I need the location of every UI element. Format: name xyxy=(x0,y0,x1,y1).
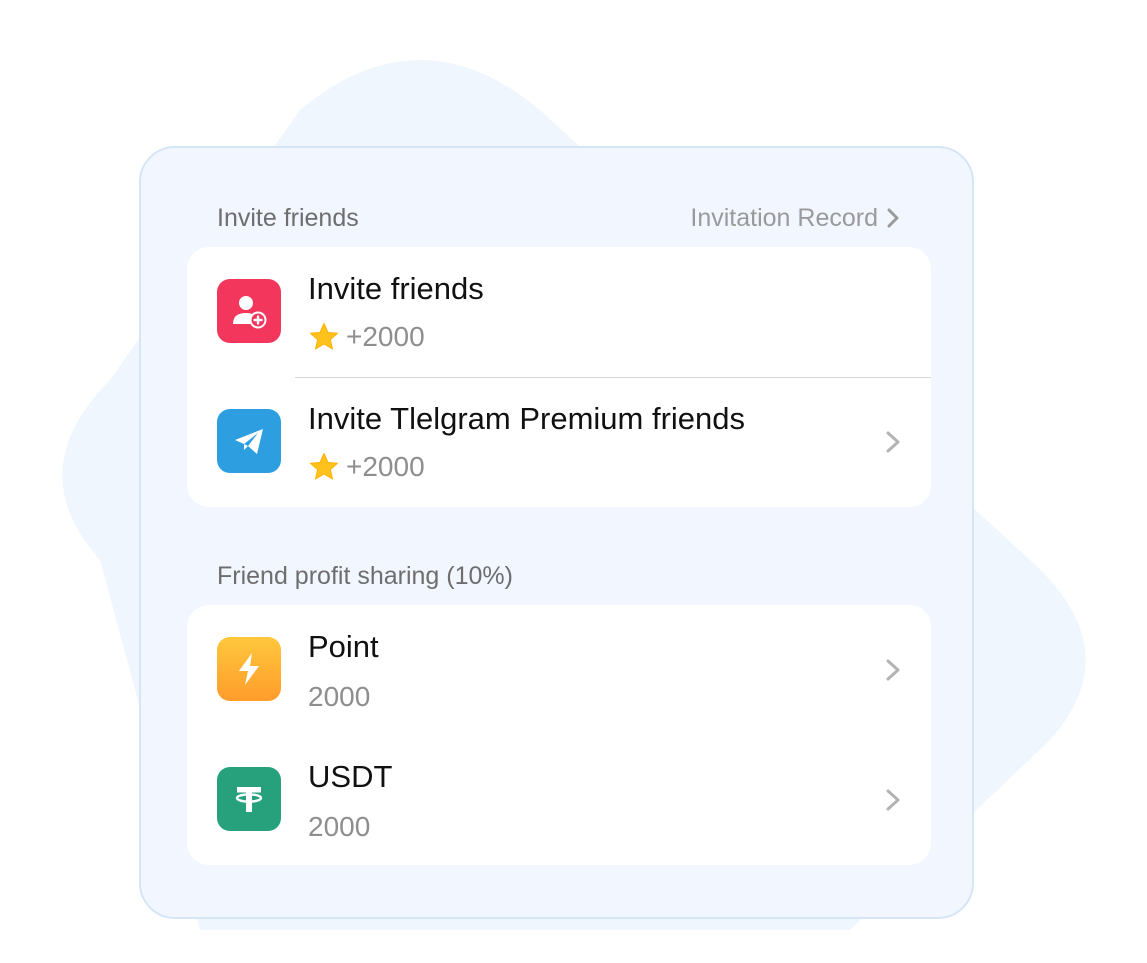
chevron-right-icon xyxy=(886,789,900,811)
item-title: Invite Tlelgram Premium friends xyxy=(308,401,746,436)
profit-card: Point 2000 USDT 2000 xyxy=(187,605,931,865)
item-title: USDT xyxy=(308,759,393,794)
item-reward: +2000 xyxy=(308,451,425,483)
chevron-right-icon xyxy=(887,208,899,228)
invite-panel: Invite friends Invitation Record Invite … xyxy=(139,146,974,919)
list-item-point[interactable]: Point 2000 xyxy=(187,605,931,735)
chevron-right-icon xyxy=(886,659,900,681)
profit-section-title: Friend profit sharing (10%) xyxy=(217,561,513,590)
item-value: 2000 xyxy=(308,681,370,713)
usdt-value: 2000 xyxy=(308,811,371,842)
invitation-record-link[interactable]: Invitation Record xyxy=(690,204,900,233)
profit-section-header: Friend profit sharing (10%) xyxy=(217,556,900,596)
item-title: Invite friends xyxy=(308,271,484,306)
invitation-record-label: Invitation Record xyxy=(690,203,878,232)
invite-section-title: Invite friends xyxy=(217,203,359,232)
item-title: Point xyxy=(308,629,379,664)
invite-screen: Invite friends Invitation Record Invite … xyxy=(0,0,1147,963)
user-add-icon xyxy=(217,279,281,343)
star-icon xyxy=(310,453,338,480)
list-item-invite-friends[interactable]: Invite friends +2000 xyxy=(187,247,931,377)
tether-icon xyxy=(217,767,281,831)
chevron-right-icon xyxy=(886,431,900,453)
invite-section-header: Invite friends Invitation Record xyxy=(217,198,900,238)
reward-value: +2000 xyxy=(346,321,425,352)
invite-card: Invite friends +2000 Invite Tlelgram Pre xyxy=(187,247,931,507)
list-item-usdt[interactable]: USDT 2000 xyxy=(187,735,931,865)
list-item-invite-premium[interactable]: Invite Tlelgram Premium friends +2000 xyxy=(187,377,931,507)
item-reward: +2000 xyxy=(308,321,425,353)
lightning-icon xyxy=(217,637,281,701)
star-icon xyxy=(310,323,338,350)
telegram-icon xyxy=(217,409,281,473)
item-value: 2000 xyxy=(308,811,370,843)
point-value: 2000 xyxy=(308,681,371,712)
reward-value: +2000 xyxy=(346,451,425,482)
